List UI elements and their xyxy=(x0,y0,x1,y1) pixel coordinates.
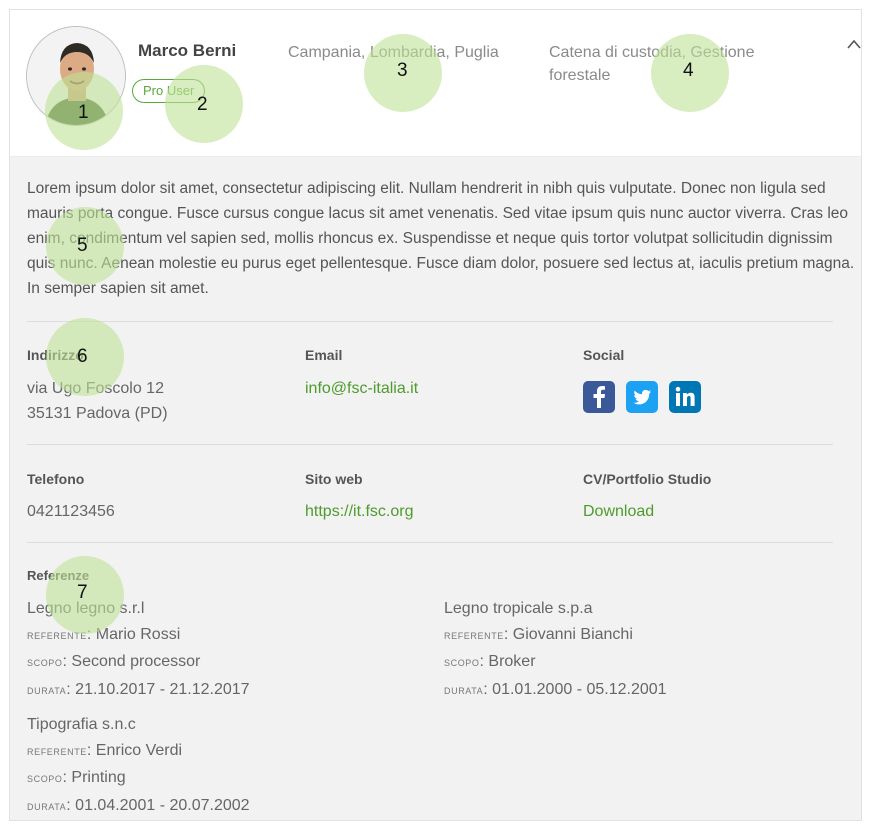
annotation-number: 1 xyxy=(78,102,89,123)
email-label: Email xyxy=(305,347,343,363)
reference-item: Tipografia s.n.c referente: Enrico Verdi… xyxy=(27,712,250,820)
linkedin-icon[interactable] xyxy=(669,381,701,413)
reference-contact: Enrico Verdi xyxy=(95,741,183,759)
cv-download-link[interactable]: Download xyxy=(583,500,654,524)
reference-scope: Printing xyxy=(71,769,126,786)
facebook-icon[interactable] xyxy=(583,381,615,413)
reference-scope: Second processor xyxy=(71,653,201,670)
divider xyxy=(27,542,833,543)
chevron-up-icon[interactable] xyxy=(846,38,862,50)
annotation-number: 4 xyxy=(683,60,694,81)
reference-item: Legno tropicale s.p.a referente: Giovann… xyxy=(444,596,667,704)
email-link[interactable]: info@fsc-italia.it xyxy=(305,377,418,401)
social-links xyxy=(583,381,701,413)
reference-duration: 01.01.2000 - 05.12.2001 xyxy=(492,680,667,698)
website-link[interactable]: https://it.fsc.org xyxy=(305,500,413,524)
profile-card: Marco Berni Pro User Campania, Lombardia… xyxy=(9,9,862,821)
reference-duration: 01.04.2001 - 20.07.2002 xyxy=(75,796,250,814)
referente-label: referente xyxy=(444,630,504,641)
annotation-number: 2 xyxy=(197,94,208,115)
reference-company: Tipografia s.n.c xyxy=(27,716,136,733)
profile-description: Lorem ipsum dolor sit amet, consectetur … xyxy=(27,180,855,297)
reference-scope: Broker xyxy=(488,653,536,670)
scopo-label: scopo xyxy=(27,658,63,668)
phone-value: 0421123456 xyxy=(27,503,115,520)
divider xyxy=(27,321,833,322)
cv-label: CV/Portfolio Studio xyxy=(583,471,712,487)
annotation-number: 5 xyxy=(77,235,88,256)
reference-contact: Giovanni Bianchi xyxy=(512,625,633,643)
twitter-icon[interactable] xyxy=(626,381,658,413)
phone-label: Telefono xyxy=(27,471,85,487)
scopo-label: scopo xyxy=(444,658,480,668)
website-label: Sito web xyxy=(305,471,363,487)
address-line-2: 35131 Padova (PD) xyxy=(27,405,168,422)
durata-label: durata xyxy=(27,801,67,812)
annotation-number: 7 xyxy=(77,582,88,603)
durata-label: durata xyxy=(27,685,67,696)
referente-label: referente xyxy=(27,746,87,757)
social-label: Social xyxy=(583,347,625,363)
annotation-number: 3 xyxy=(397,60,408,81)
durata-label: durata xyxy=(444,685,484,696)
reference-company: Legno tropicale s.p.a xyxy=(444,600,593,617)
scopo-label: scopo xyxy=(27,774,63,784)
reference-duration: 21.10.2017 - 21.12.2017 xyxy=(75,680,250,698)
divider xyxy=(27,444,833,445)
annotation-number: 6 xyxy=(77,346,88,367)
profile-name: Marco Berni xyxy=(138,41,237,60)
reference-contact: Mario Rossi xyxy=(95,625,181,643)
